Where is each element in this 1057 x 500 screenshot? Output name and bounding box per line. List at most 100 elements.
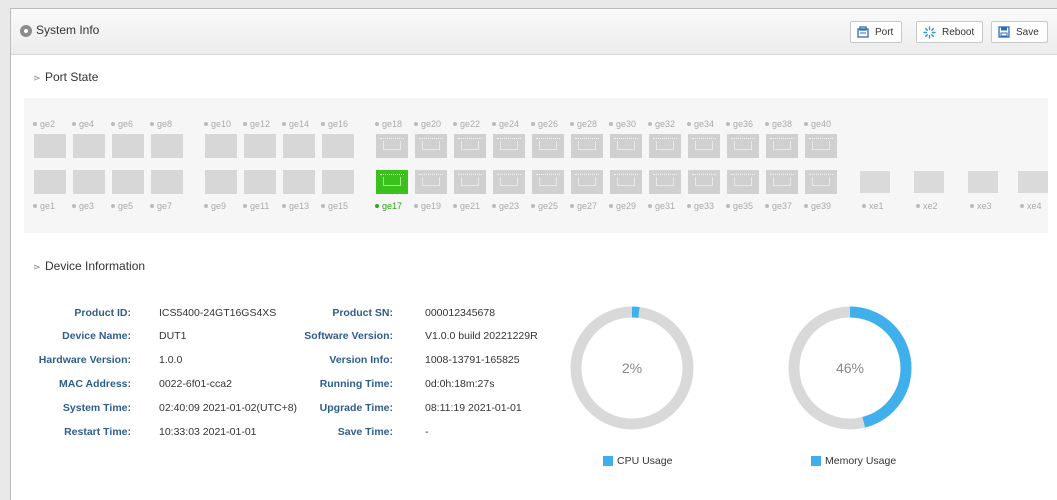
port-status-dot xyxy=(570,203,574,208)
info-label: Upgrade Time: xyxy=(319,402,393,414)
port-status-dot xyxy=(531,121,535,126)
info-label: Software Version: xyxy=(304,330,393,342)
port-ge13[interactable] xyxy=(283,170,315,194)
port-status-dot xyxy=(453,203,457,208)
port-ge35[interactable] xyxy=(727,170,759,194)
port-ge27[interactable] xyxy=(571,170,603,194)
device-info-title[interactable]: Device Information xyxy=(45,259,145,273)
port-ge36[interactable] xyxy=(727,134,759,158)
port-label: ge6 xyxy=(111,119,133,129)
port-ge12[interactable] xyxy=(244,134,276,158)
port-label-text: ge32 xyxy=(655,119,676,129)
port-label-text: ge10 xyxy=(211,119,232,129)
port-label-text: ge30 xyxy=(616,119,637,129)
port-label: ge35 xyxy=(726,201,753,211)
port-ge5[interactable] xyxy=(112,170,144,194)
port-label: xe1 xyxy=(862,201,884,211)
info-label: Version Info: xyxy=(329,354,393,366)
port-state-title[interactable]: Port State xyxy=(45,70,98,84)
port-button-label: Port xyxy=(875,26,894,38)
port-status-dot xyxy=(72,121,76,126)
port-button[interactable]: Port xyxy=(850,21,903,43)
port-label: ge10 xyxy=(204,119,231,129)
cpu-legend-swatch xyxy=(603,456,613,466)
port-xe2[interactable] xyxy=(914,171,944,193)
port-status-dot xyxy=(765,203,769,208)
port-ge24[interactable] xyxy=(493,134,525,158)
port-label-text: ge4 xyxy=(79,119,95,129)
port-ge31[interactable] xyxy=(649,170,681,194)
reboot-button[interactable]: Reboot xyxy=(916,21,984,43)
port-ge22[interactable] xyxy=(454,134,486,158)
port-label: ge34 xyxy=(687,119,714,129)
port-label-text: ge37 xyxy=(772,201,793,211)
port-ge1[interactable] xyxy=(34,170,66,194)
port-ge14[interactable] xyxy=(283,134,315,158)
port-ge20[interactable] xyxy=(415,134,447,158)
port-ge3[interactable] xyxy=(73,170,105,194)
port-ge30[interactable] xyxy=(610,134,642,158)
cpu-legend-label: CPU Usage xyxy=(617,455,673,467)
port-label-text: ge6 xyxy=(118,119,134,129)
port-ge34[interactable] xyxy=(688,134,720,158)
port-ge38[interactable] xyxy=(766,134,798,158)
port-ge6[interactable] xyxy=(112,134,144,158)
port-ge2[interactable] xyxy=(34,134,66,158)
port-label: ge9 xyxy=(204,201,226,211)
port-label: ge14 xyxy=(282,119,309,129)
port-status-dot xyxy=(570,121,574,126)
port-ge7[interactable] xyxy=(151,170,183,194)
port-label-text: ge14 xyxy=(289,119,310,129)
port-ge33[interactable] xyxy=(688,170,720,194)
port-ge10[interactable] xyxy=(205,134,237,158)
port-ge9[interactable] xyxy=(205,170,237,194)
port-label-text: ge17 xyxy=(382,201,403,211)
port-ge16[interactable] xyxy=(322,134,354,158)
port-label-text: ge2 xyxy=(40,119,56,129)
port-ge15[interactable] xyxy=(322,170,354,194)
port-ge39[interactable] xyxy=(805,170,837,194)
port-label: ge37 xyxy=(765,201,792,211)
port-label: ge22 xyxy=(453,119,480,129)
port-label-text: ge1 xyxy=(40,201,56,211)
port-label-text: ge24 xyxy=(499,119,520,129)
port-ge32[interactable] xyxy=(649,134,681,158)
port-xe3[interactable] xyxy=(968,171,998,193)
port-ge28[interactable] xyxy=(571,134,603,158)
port-ge18[interactable] xyxy=(376,134,408,158)
port-ge4[interactable] xyxy=(73,134,105,158)
port-ge40[interactable] xyxy=(805,134,837,158)
port-ge37[interactable] xyxy=(766,170,798,194)
port-label-text: ge40 xyxy=(811,119,832,129)
port-label-text: ge16 xyxy=(328,119,349,129)
info-label: Product SN: xyxy=(332,307,393,319)
port-label-text: ge5 xyxy=(118,201,134,211)
port-status-dot xyxy=(33,203,37,208)
info-label: Device Name: xyxy=(62,330,131,342)
info-value: 0022-6f01-cca2 xyxy=(159,378,232,390)
port-ge26[interactable] xyxy=(532,134,564,158)
port-label-text: ge27 xyxy=(577,201,598,211)
port-ge8[interactable] xyxy=(151,134,183,158)
port-ge11[interactable] xyxy=(244,170,276,194)
port-xe1[interactable] xyxy=(860,171,890,193)
port-ge17[interactable] xyxy=(376,170,408,194)
cpu-usage-legend: CPU Usage xyxy=(603,455,672,467)
port-label-text: ge20 xyxy=(421,119,442,129)
port-ge21[interactable] xyxy=(454,170,486,194)
port-ge25[interactable] xyxy=(532,170,564,194)
port-label: ge7 xyxy=(150,201,172,211)
info-value: 10:33:03 2021-01-01 xyxy=(159,426,257,438)
port-status-dot xyxy=(804,121,808,126)
save-icon xyxy=(998,26,1010,38)
port-label: ge13 xyxy=(282,201,309,211)
port-status-dot xyxy=(492,203,496,208)
save-button-label: Save xyxy=(1016,26,1039,38)
port-ge29[interactable] xyxy=(610,170,642,194)
port-status-dot xyxy=(726,121,730,126)
port-label: ge21 xyxy=(453,201,480,211)
port-ge19[interactable] xyxy=(415,170,447,194)
save-button[interactable]: Save xyxy=(991,21,1048,43)
port-xe4[interactable] xyxy=(1018,171,1048,193)
port-ge23[interactable] xyxy=(493,170,525,194)
